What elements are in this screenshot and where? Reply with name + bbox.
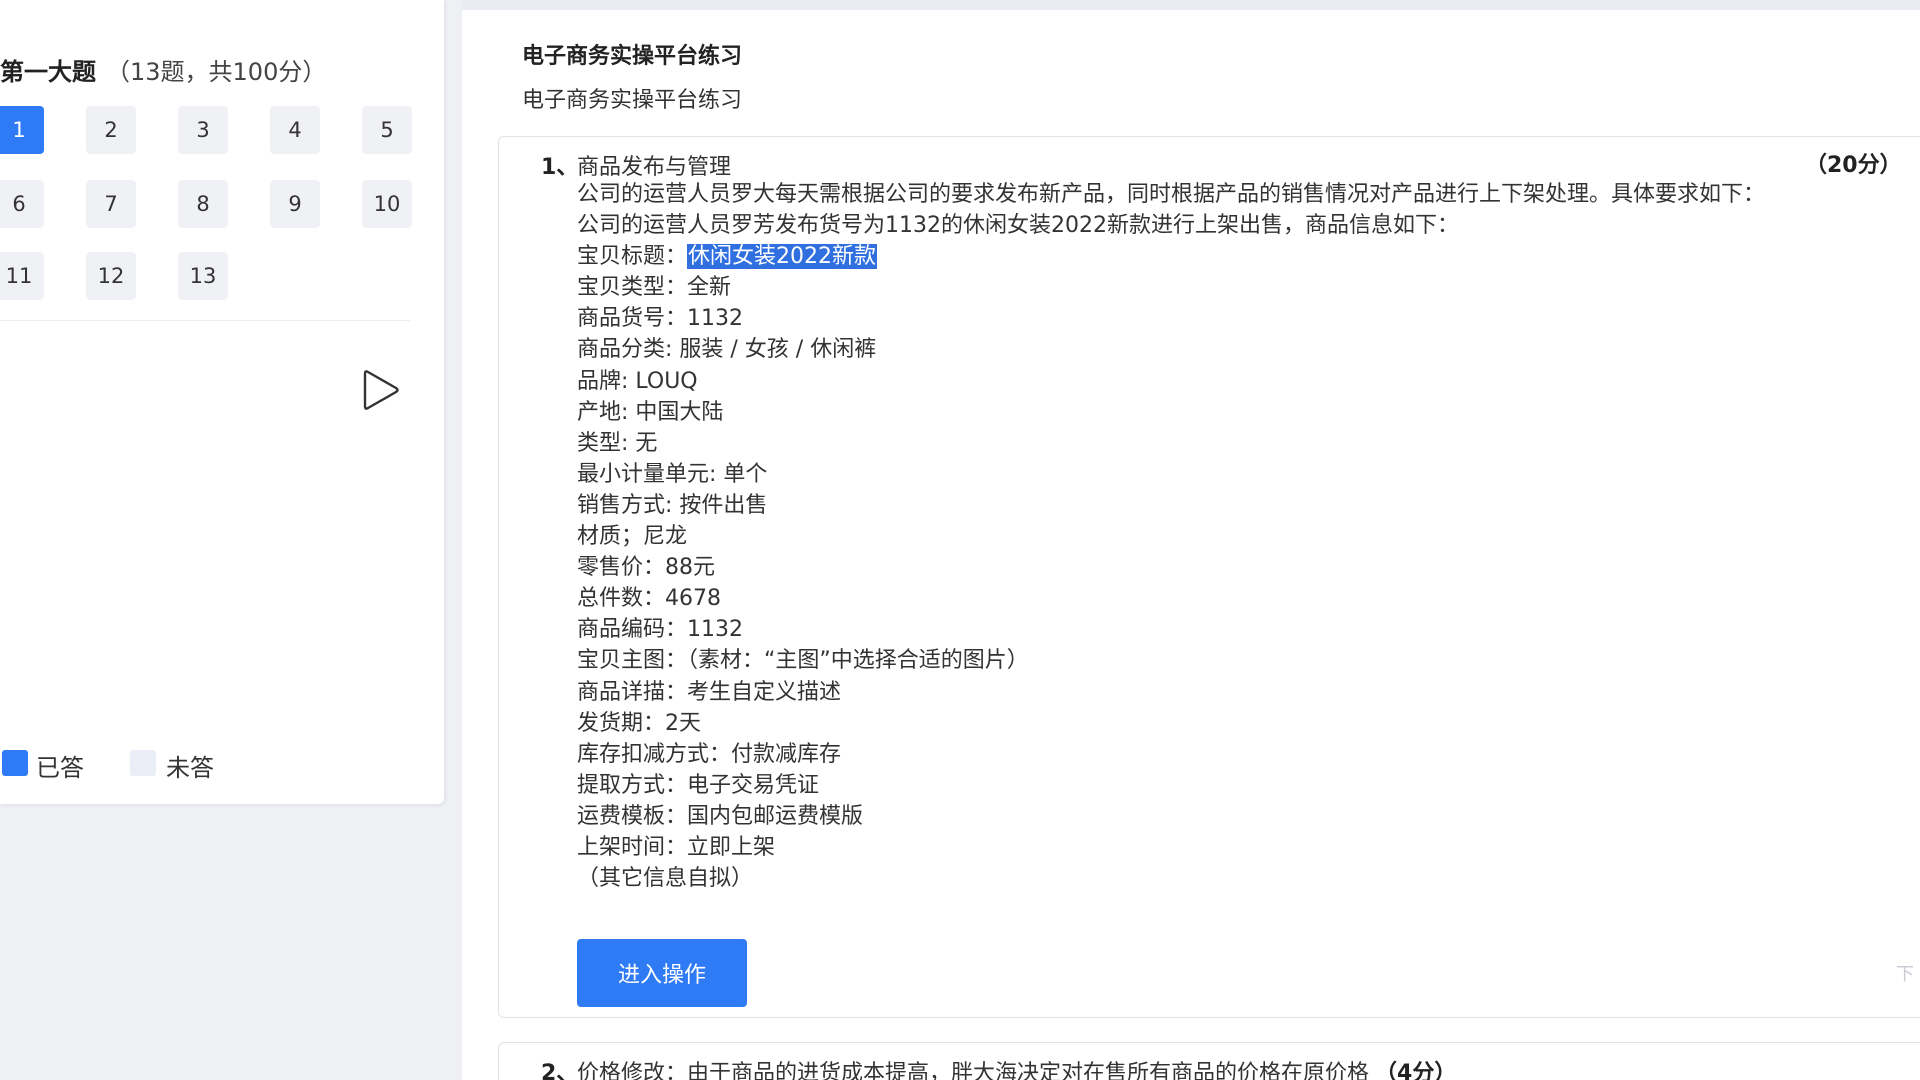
section-title-sub: （13题，共100分） <box>106 58 327 86</box>
question-button-1[interactable]: 1 <box>0 106 44 154</box>
scroll-hint: 下 <box>1896 964 1914 985</box>
question-number: 1、 <box>541 155 579 180</box>
question-button-9[interactable]: 9 <box>270 180 320 228</box>
question-line: 公司的运营人员罗芳发布货号为1132的休闲女装2022新款进行上架出售，商品信息… <box>577 213 1459 239</box>
play-triangle-icon[interactable] <box>362 368 402 412</box>
question-2-score: （4分） <box>1375 1061 1457 1080</box>
page-title: 电子商务实操平台练习 <box>522 44 743 69</box>
product-title-line: 宝贝标题：休闲女装2022新款 <box>577 241 1787 272</box>
product-info-line: 最小计量单元: 单个 <box>577 461 768 487</box>
question-intro: 公司的运营人员罗大每天需根据公司的要求发布新产品，同时根据产品的销售情况对产品进… <box>577 182 1766 207</box>
product-info-line: 发货期：2天 <box>577 710 701 736</box>
question-button-11[interactable]: 11 <box>0 252 44 300</box>
product-info-line: 库存扣减方式：付款减库存 <box>577 741 842 767</box>
product-info-line: 零售价：88元 <box>577 555 715 581</box>
question-button-6[interactable]: 6 <box>0 180 44 228</box>
question-button-10[interactable]: 10 <box>362 180 412 228</box>
question-nav-panel: 第一大题 （13题，共100分） 1 2 3 4 5 6 7 8 9 10 11 … <box>0 0 444 804</box>
question-body: 公司的运营人员罗大每天需根据公司的要求发布新产品，同时根据产品的销售情况对产品进… <box>577 179 1787 894</box>
legend-unanswered-swatch <box>130 750 156 776</box>
product-title-label: 宝贝标题： <box>577 244 688 270</box>
product-info-line: 总件数：4678 <box>577 586 721 612</box>
section-title-label: 第一大题 <box>0 58 96 86</box>
question-2-number: 2、 <box>541 1061 579 1080</box>
question-title: 商品发布与管理 <box>577 155 732 180</box>
legend-answered-label: 已答 <box>36 754 84 782</box>
product-info-line: （其它信息自拟） <box>577 866 754 892</box>
product-info-line: 运费模板：国内包邮运费模版 <box>577 803 864 829</box>
product-info-line: 品牌: LOUQ <box>577 368 698 394</box>
section-title: 第一大题 （13题，共100分） <box>0 52 326 87</box>
question-button-2[interactable]: 2 <box>86 106 136 154</box>
nav-divider <box>0 320 410 321</box>
question-2-description: 价格修改：由于商品的进货成本提高，胖大海决定对在售所有商品的价格在原价格 <box>577 1061 1370 1080</box>
enter-operation-button[interactable]: 进入操作 <box>577 939 747 1007</box>
question-button-5[interactable]: 5 <box>362 106 412 154</box>
question-button-12[interactable]: 12 <box>86 252 136 300</box>
product-info-line: 商品分类: 服装 / 女孩 / 休闲裤 <box>577 337 877 363</box>
product-info-line: 提取方式：电子交易凭证 <box>577 772 820 798</box>
product-info-line: 商品详描：考生自定义描述 <box>577 679 842 705</box>
product-info-line: 类型: 无 <box>577 430 658 456</box>
question-button-8[interactable]: 8 <box>178 180 228 228</box>
question-2-text: 价格修改：由于商品的进货成本提高，胖大海决定对在售所有商品的价格在原价格 （4分） <box>577 1055 1456 1080</box>
product-info-line: 宝贝类型：全新 <box>577 275 732 301</box>
question-button-7[interactable]: 7 <box>86 180 136 228</box>
product-info-line: 商品货号：1132 <box>577 306 743 332</box>
top-bar <box>462 0 1920 10</box>
question-content-panel: 电子商务实操平台练习 电子商务实操平台练习 1、 商品发布与管理 （20分） 公… <box>462 0 1920 1080</box>
product-info-line: 上架时间：立即上架 <box>577 834 776 860</box>
question-card-2: 2、 价格修改：由于商品的进货成本提高，胖大海决定对在售所有商品的价格在原价格 （… <box>498 1042 1920 1080</box>
question-button-3[interactable]: 3 <box>178 106 228 154</box>
product-info-line: 产地: 中国大陆 <box>577 399 724 425</box>
question-card-1: 1、 商品发布与管理 （20分） 公司的运营人员罗大每天需根据公司的要求发布新产… <box>498 136 1920 1018</box>
product-info-line: 材质；尼龙 <box>577 524 688 550</box>
product-info-line: 宝贝主图：（素材：“主图”中选择合适的图片） <box>577 648 1029 674</box>
question-button-4[interactable]: 4 <box>270 106 320 154</box>
product-title-value-selected[interactable]: 休闲女装2022新款 <box>687 244 878 270</box>
product-info-line: 商品编码：1132 <box>577 617 743 643</box>
product-info-line: 销售方式: 按件出售 <box>577 492 768 518</box>
legend-unanswered-label: 未答 <box>166 754 214 782</box>
legend-answered-swatch <box>2 750 28 776</box>
page-subtitle: 电子商务实操平台练习 <box>522 88 743 113</box>
question-score: （20分） <box>1805 153 1902 178</box>
question-button-13[interactable]: 13 <box>178 252 228 300</box>
